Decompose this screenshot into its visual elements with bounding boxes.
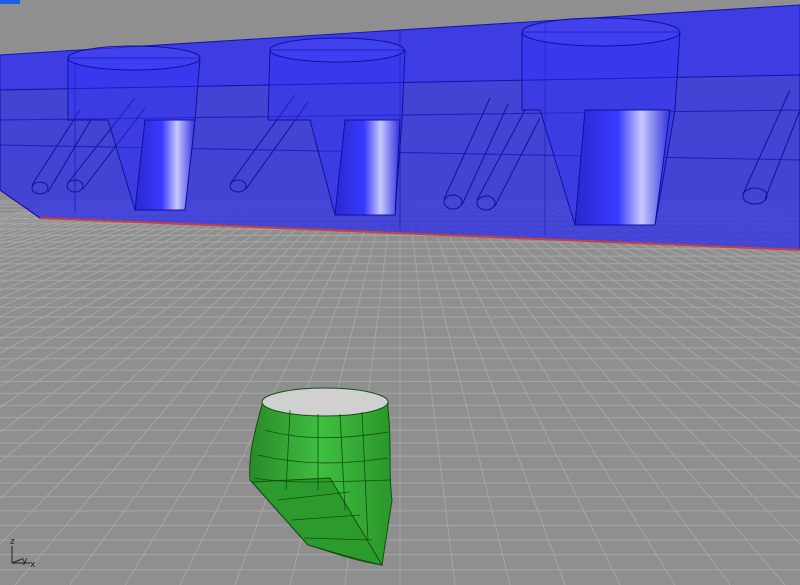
grid-line: [0, 199, 281, 354]
grid-line: [0, 199, 209, 272]
grid-line: [527, 199, 800, 340]
grid-line: [711, 199, 800, 219]
grid-line: [0, 199, 121, 229]
grid-line: [0, 199, 97, 222]
axis-y-label: y: [22, 556, 28, 566]
grid-line: [447, 199, 731, 585]
grid-line: [455, 199, 786, 585]
grid-line: [0, 199, 185, 257]
grid-line: [0, 199, 273, 340]
grid-line: [463, 199, 800, 545]
grid-line: [471, 199, 800, 500]
grid-line: [0, 199, 217, 278]
grid-line: [407, 199, 456, 585]
grid-line: [495, 199, 800, 409]
grid-line: [607, 199, 800, 262]
axis-z-label: z: [10, 537, 15, 547]
axis-x-label: x: [30, 560, 36, 570]
grid-line: [679, 199, 800, 229]
grid-line: [591, 199, 800, 272]
grid-line: [0, 199, 89, 219]
grid-line: [623, 199, 800, 253]
grid-line: [0, 199, 193, 262]
nozzle-preview[interactable]: [249, 387, 393, 566]
perspective-viewport[interactable]: z y x: [0, 0, 800, 585]
grid-line: [583, 199, 800, 278]
grid-line: [703, 199, 800, 222]
grid-line: [695, 199, 800, 224]
grid-line: [0, 199, 177, 253]
grid-line: [431, 199, 621, 585]
grid-line: [615, 199, 800, 257]
grid-line: [0, 199, 105, 224]
grid-line: [423, 199, 566, 585]
grid-line: [0, 199, 305, 409]
construction-grid: [0, 199, 800, 585]
grid-line: [519, 199, 800, 354]
grid-line: [415, 199, 511, 585]
viewport-scene[interactable]: [0, 0, 800, 585]
